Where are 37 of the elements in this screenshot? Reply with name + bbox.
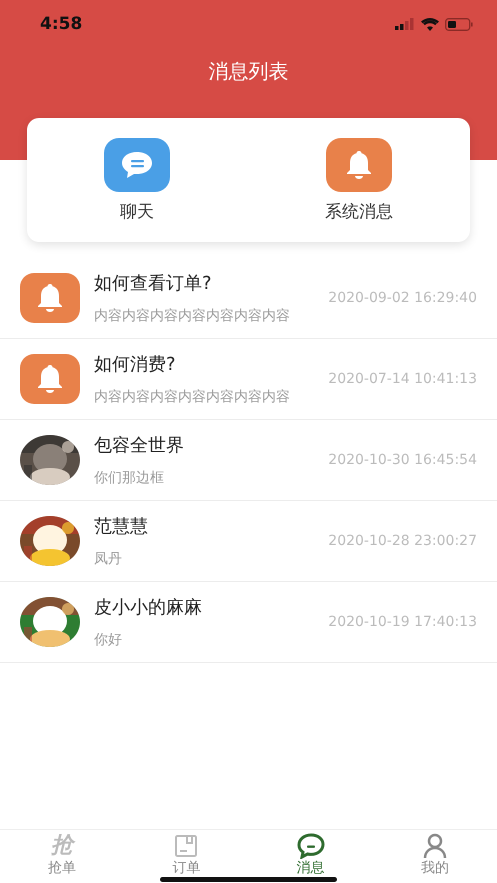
bell-icon [36, 364, 64, 394]
message-title: 如何查看订单? [94, 272, 213, 295]
box-icon [174, 834, 198, 858]
message-preview: 凤丹 [94, 550, 123, 568]
message-title: 范慧慧 [94, 515, 148, 538]
person-icon [422, 833, 447, 859]
message-title: 如何消费? [94, 353, 177, 376]
tab-item[interactable]: 订单 [124, 830, 248, 883]
message-preview: 内容内容内容内容内容内容内容 [94, 307, 290, 325]
page-title: 消息列表 [208, 58, 290, 85]
message-row[interactable]: 如何消费? 内容内容内容内容内容内容内容 2020-07-14 10:41:13 [0, 339, 497, 420]
tab-item[interactable]: 消息 [248, 830, 373, 883]
tab-item[interactable]: 我的 [372, 830, 497, 883]
wifi-icon [421, 18, 439, 30]
bell-icon [36, 283, 64, 313]
grab-order-icon: 抢 [51, 833, 74, 859]
clock-time: 4:58 [40, 14, 82, 34]
chat-bubble-icon [120, 150, 154, 180]
message-time: 2020-09-02 16:29:40 [327, 288, 477, 308]
tab-item[interactable]: 抢 抢单 [0, 830, 124, 883]
message-title: 包容全世界 [94, 434, 184, 457]
battery-icon [445, 18, 473, 30]
message-preview: 内容内容内容内容内容内容内容 [94, 388, 290, 406]
message-time: 2020-10-30 16:45:54 [327, 450, 477, 470]
message-time: 2020-10-28 23:00:27 [327, 532, 477, 551]
message-preview: 你好 [94, 631, 123, 649]
message-time: 2020-07-14 10:41:13 [327, 370, 477, 389]
message-row[interactable]: 包容全世界 你们那边框 2020-10-30 16:45:54 [0, 420, 497, 501]
message-row[interactable]: 范慧慧 凤丹 2020-10-28 23:00:27 [0, 501, 497, 582]
signal-icon [395, 18, 415, 30]
message-time: 2020-10-19 17:40:13 [327, 612, 477, 632]
message-row[interactable]: 皮小小的麻麻 你好 2020-10-19 17:40:13 [0, 582, 497, 663]
message-preview: 你们那边框 [94, 469, 165, 487]
bell-icon [345, 150, 373, 180]
chat-bubble-icon [296, 833, 325, 859]
message-title: 皮小小的麻麻 [94, 596, 202, 619]
message-row[interactable]: 如何查看订单? 内容内容内容内容内容内容内容 2020-09-02 16:29:40 [0, 258, 497, 339]
